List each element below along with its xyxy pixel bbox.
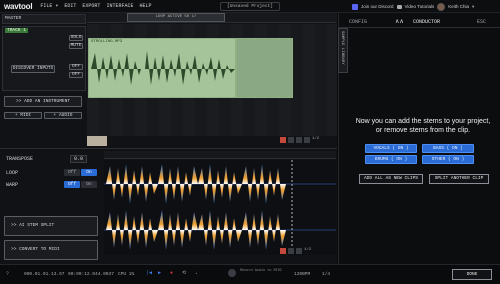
split-another-clip-button[interactable]: SPLIT ANOTHER CLIP (429, 174, 489, 184)
warp-off-toggle[interactable]: Off (64, 181, 80, 188)
add-midi-button[interactable]: + MIDI (4, 112, 42, 119)
bpm-readout[interactable]: 120BPM (294, 272, 310, 277)
tool-icon[interactable] (296, 248, 302, 254)
menu-help[interactable]: HELP (139, 3, 151, 9)
tutorials-link[interactable]: Video Tutorials (405, 4, 435, 9)
master-label: MASTER (5, 16, 22, 21)
record-midi-icon[interactable] (228, 269, 236, 277)
editor-toolbar: 1/2 (280, 248, 334, 256)
add-audio-button[interactable]: + AUDIO (44, 112, 82, 119)
loop-region[interactable]: LOOP ACTIVE 50 1/ (127, 13, 225, 22)
convert-to-midi-button[interactable]: >> CONVERT TO MIDI (4, 240, 98, 260)
section-divider (0, 148, 337, 149)
discord-icon (352, 3, 358, 10)
solo-button[interactable]: SOLO (69, 35, 83, 41)
conductor-message: Now you can add the stems to your projec… (355, 118, 491, 134)
tool-icon[interactable] (288, 137, 294, 143)
chevron-down-icon[interactable]: ▾ (472, 4, 474, 10)
position-readout: 000.01.01.13.67 (24, 272, 65, 277)
record-audio-hint: Record Audio to MIDI (240, 269, 283, 273)
main-menu: FILE ▾ EDIT EXPORT INTERFACE HELP (40, 3, 151, 9)
stem-bass-toggle[interactable]: BASS ( ON ) (422, 144, 474, 153)
top-right-links: Join our Discord Video Tutorials Keith C… (352, 0, 474, 13)
ai-stem-split-button[interactable]: >> AI STEM SPLIT (4, 216, 98, 236)
video-icon (396, 4, 402, 9)
page-indicator: 1/2 (312, 137, 320, 141)
track-1-label: TRACK 1 (5, 28, 28, 33)
tool-icon[interactable] (304, 137, 310, 143)
metronome-icon[interactable]: ♩ (195, 270, 198, 276)
tool-icon[interactable] (296, 137, 302, 143)
tab-divider (339, 27, 500, 28)
editor-page-indicator: 1/2 (304, 248, 312, 252)
info-icon[interactable]: ? (6, 271, 9, 277)
time-readout: 00:00:12.044.0037 (68, 272, 114, 277)
user-name[interactable]: Keith Chia (448, 4, 469, 9)
loop-label: LOOP (6, 170, 19, 176)
track-1-panel[interactable]: TRACK 1 SOLO MUTE DISCOVER INPUTS OFF OF… (2, 26, 86, 91)
stem-other-toggle[interactable]: OTHER ( ON ) (422, 155, 474, 164)
warp-on-toggle[interactable]: On (81, 181, 97, 188)
transpose-value[interactable]: 0.0 (70, 155, 88, 163)
tab-config[interactable]: CONFIG (349, 19, 367, 25)
esc-button[interactable]: ESC (477, 19, 486, 25)
add-instrument-button[interactable]: >> ADD AN INSTRUMENT (4, 96, 82, 107)
loop-off-toggle[interactable]: Off (64, 169, 80, 176)
input-off-button[interactable]: OFF (69, 64, 83, 70)
record-icon[interactable] (280, 137, 286, 143)
menu-file[interactable]: FILE ▾ (40, 3, 58, 9)
stem-drums-toggle[interactable]: DRUMS ( ON ) (365, 155, 417, 164)
timeline-ruler[interactable]: LOOP ACTIVE 50 1/ (87, 13, 337, 23)
transpose-label: TRANSPOSE (6, 156, 34, 162)
editor-waveform-area[interactable] (104, 160, 336, 255)
menu-export[interactable]: EXPORT (82, 3, 100, 9)
conductor-panel: CONFIG ∧∧ CONDUCTOR ESC SAMPLE LIBRARY N… (338, 13, 500, 284)
clip-waveform (91, 51, 235, 85)
play-icon[interactable]: ▶ (158, 270, 161, 276)
cpu-readout: CPU 1% (118, 272, 135, 277)
record-icon[interactable] (280, 248, 286, 254)
scrollbar-thumb[interactable] (87, 136, 107, 146)
loop-icon[interactable]: ⟲ (182, 270, 186, 276)
conductor-logo-icon: ∧∧ (395, 19, 404, 25)
add-all-as-new-clips-button[interactable]: ADD ALL AS NEW CLIPS (359, 174, 423, 184)
record-icon[interactable]: ● (170, 270, 173, 276)
audio-clip-tail[interactable] (236, 38, 293, 98)
app-logo: wavtool (4, 1, 33, 11)
project-title[interactable]: [Unsaved Project] (220, 2, 280, 11)
top-menu-bar: wavtool FILE ▾ EDIT EXPORT INTERFACE HEL… (0, 0, 500, 13)
tool-icon[interactable] (288, 248, 294, 254)
transport-bar: ? 000.01.01.13.67 00:00:12.044.0037 CPU … (0, 264, 500, 284)
sample-library-tab[interactable]: SAMPLE LIBRARY (338, 28, 348, 73)
warp-label: WARP (6, 182, 19, 188)
master-track-header[interactable]: MASTER (2, 14, 86, 24)
stem-vocals-toggle[interactable]: VOCALS ( ON ) (365, 144, 417, 153)
arrangement-toolbar: 1/2 (280, 137, 334, 145)
editor-waveform (104, 160, 336, 255)
output-off-button[interactable]: OFF (69, 72, 83, 78)
avatar[interactable] (437, 2, 446, 11)
sample-library-label: SAMPLE LIBRARY (340, 31, 344, 65)
tab-conductor[interactable]: CONDUCTOR (413, 19, 440, 25)
skip-back-icon[interactable]: |◀ (146, 270, 152, 276)
audio-clip[interactable]: STROLLING.MP3 (88, 38, 236, 98)
mute-button[interactable]: MUTE (69, 43, 83, 49)
menu-interface[interactable]: INTERFACE (106, 3, 133, 9)
loop-on-toggle[interactable]: On (81, 169, 97, 176)
discord-link[interactable]: Join our Discord (361, 4, 394, 9)
menu-edit[interactable]: EDIT (64, 3, 76, 9)
editor-ruler[interactable] (104, 151, 336, 159)
done-button[interactable]: DONE (452, 269, 492, 280)
discover-inputs-button[interactable]: DISCOVER INPUTS (11, 65, 55, 73)
meter-readout[interactable]: 1/4 (322, 272, 330, 277)
